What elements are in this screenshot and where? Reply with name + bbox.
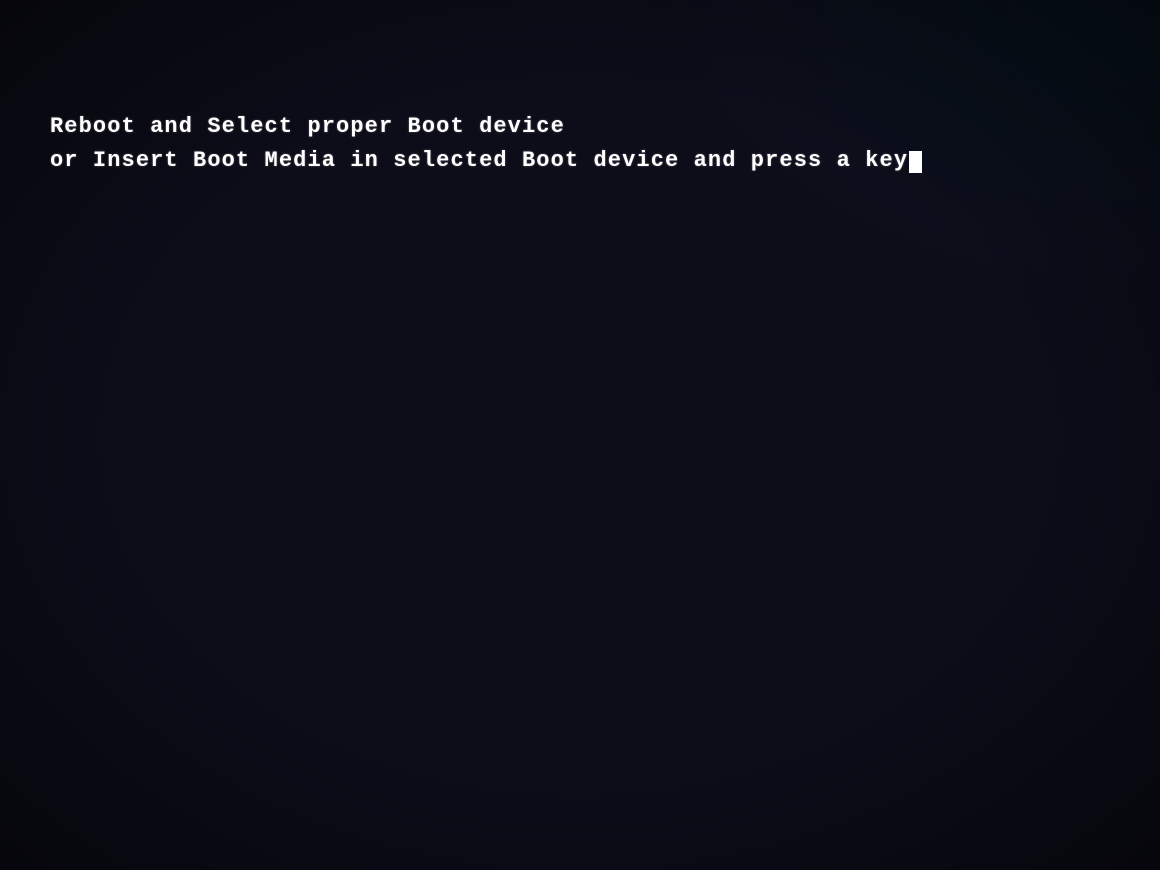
- boot-line-2: or Insert Boot Media in selected Boot de…: [50, 144, 922, 178]
- cursor-blink: [909, 151, 922, 173]
- boot-message-area: Reboot and Select proper Boot device or …: [50, 110, 922, 178]
- bios-screen: Reboot and Select proper Boot device or …: [0, 0, 1160, 870]
- boot-line-1: Reboot and Select proper Boot device: [50, 110, 922, 144]
